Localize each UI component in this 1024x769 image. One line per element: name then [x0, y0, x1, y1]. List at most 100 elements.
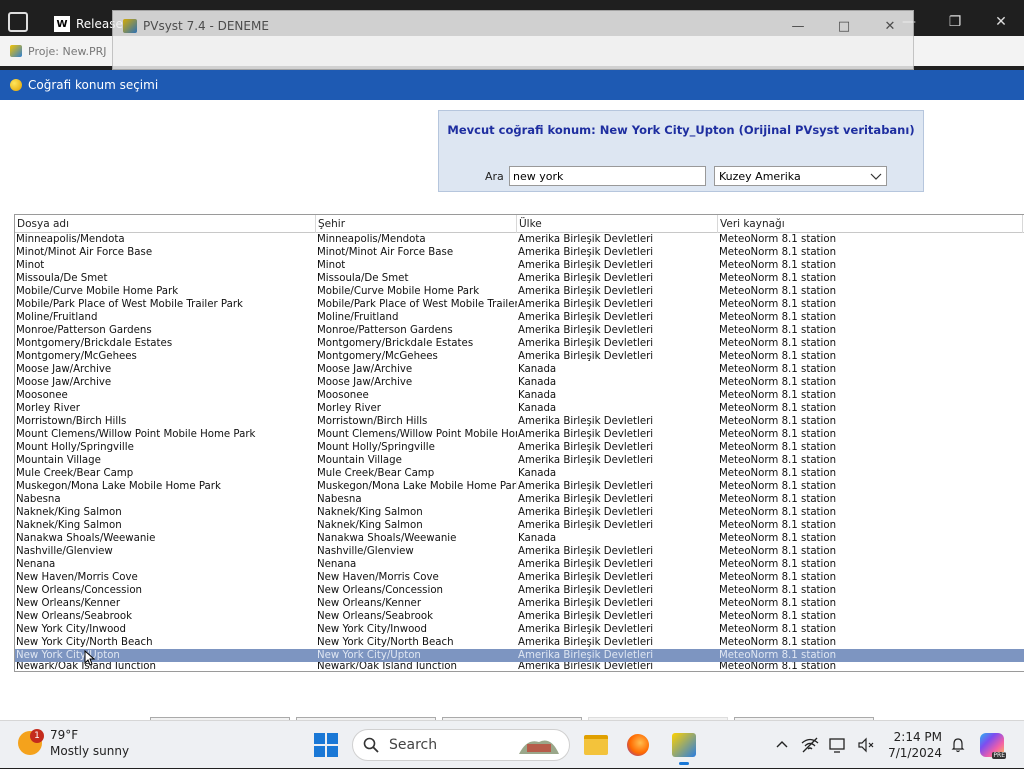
table-row[interactable]: Moose Jaw/Archive Moose Jaw/Archive Kanada… [15, 376, 1024, 389]
region-dropdown[interactable]: Kuzey Amerika [714, 166, 887, 186]
table-row[interactable]: Moose Jaw/Archive Moose Jaw/Archive Kanada… [15, 363, 1024, 376]
cell-filename: Montgomery/McGehees [16, 351, 137, 362]
table-row[interactable]: New Orleans/Kenner New Orleans/Kenner Amer… [15, 597, 1024, 610]
project-icon [10, 45, 22, 57]
column-header-country[interactable]: Ülke [517, 215, 718, 233]
cell-city: Morristown/Birch Hills [317, 416, 428, 427]
column-header-city[interactable]: Şehir [316, 215, 517, 233]
copilot-icon[interactable]: PRE [980, 733, 1006, 759]
cell-city: Monroe/Patterson Gardens [317, 325, 453, 336]
table-row[interactable]: Muskegon/Mona Lake Mobile Home Park Muske… [15, 480, 1024, 493]
table-row[interactable]: Minot/Minot Air Force Base Minot/Minot Ai… [15, 246, 1024, 259]
table-row[interactable]: Naknek/King Salmon Naknek/King Salmon Amer… [15, 519, 1024, 532]
table-row[interactable]: Missoula/De Smet Missoula/De Smet Amerika … [15, 272, 1024, 285]
table-row[interactable]: Montgomery/Brickdale Estates Montgomery/B… [15, 337, 1024, 350]
volume-muted-icon[interactable] [852, 731, 880, 759]
cell-country: Amerika Birleşik Devletleri [518, 572, 654, 583]
search-input[interactable] [509, 166, 706, 186]
table-row[interactable]: Newark/Oak Island Junction Newark/Oak Isl… [15, 662, 1024, 669]
cell-data-source: MeteoNorm 8.1 station [719, 442, 837, 453]
cell-country: Amerika Birleşik Devletleri [518, 546, 654, 557]
pvsyst-taskbar-icon[interactable] [668, 729, 700, 765]
cell-country: Amerika Birleşik Devletleri [518, 338, 654, 349]
app-switcher-icon[interactable] [8, 12, 28, 32]
table-row[interactable]: Nanakwa Shoals/Weewanie Nanakwa Shoals/We… [15, 532, 1024, 545]
cell-data-source: MeteoNorm 8.1 station [719, 455, 837, 466]
copilot-badge: PRE [992, 752, 1006, 759]
table-row[interactable]: Morristown/Birch Hills Morristown/Birch H… [15, 415, 1024, 428]
network-icon[interactable] [796, 731, 824, 759]
pvsyst-maximize-icon[interactable]: □ [821, 11, 867, 41]
cell-country: Amerika Birleşik Devletleri [518, 598, 654, 609]
table-row[interactable]: Minneapolis/Mendota Minneapolis/Mendota Am… [15, 233, 1024, 246]
pvsyst-minimize-icon[interactable]: — [775, 11, 821, 41]
pvsyst-window-title: PVsyst 7.4 - DENEME [143, 19, 269, 33]
table-row[interactable]: Naknek/King Salmon Naknek/King Salmon Amer… [15, 506, 1024, 519]
cell-filename: New York City/Upton [16, 650, 120, 661]
cell-city: Mountain Village [317, 455, 402, 466]
table-row[interactable]: Nabesna Nabesna Amerika Birleşik Devletler… [15, 493, 1024, 506]
table-row[interactable]: New York City/North Beach New York City/N… [15, 636, 1024, 649]
cell-data-source: MeteoNorm 8.1 station [719, 507, 837, 518]
cell-city: New Haven/Morris Cove [317, 572, 439, 583]
notification-bell-icon[interactable] [944, 731, 972, 759]
table-row[interactable]: Morley River Morley River Kanada MeteoNorm … [15, 402, 1024, 415]
cell-filename: Naknek/King Salmon [16, 507, 122, 518]
cell-data-source: MeteoNorm 8.1 station [719, 299, 837, 310]
word-icon: W [54, 16, 70, 32]
firefox-icon[interactable] [622, 729, 654, 761]
cell-city: Minot/Minot Air Force Base [317, 247, 454, 258]
table-row[interactable]: New York City/Inwood New York City/Inwood… [15, 623, 1024, 636]
table-row[interactable]: Moline/Fruitland Moline/Fruitland Amerika … [15, 311, 1024, 324]
cell-country: Kanada [518, 403, 557, 414]
cell-filename: Nanakwa Shoals/Weewanie [16, 533, 156, 544]
cell-country: Amerika Birleşik Devletleri [518, 325, 654, 336]
windows-start-icon[interactable] [314, 733, 338, 757]
table-row[interactable]: Mount Clemens/Willow Point Mobile Home P… [15, 428, 1024, 441]
cell-data-source: MeteoNorm 8.1 station [719, 662, 837, 669]
table-row[interactable]: Mount Holly/Springville Mount Holly/Sprin… [15, 441, 1024, 454]
region-selected-value: Kuzey Amerika [719, 169, 801, 183]
column-header-filename[interactable]: Dosya adı [15, 215, 316, 233]
cell-city: Morley River [317, 403, 381, 414]
table-row[interactable]: Mobile/Curve Mobile Home Park Mobile/Curv… [15, 285, 1024, 298]
table-row[interactable]: New Orleans/Seabrook New Orleans/Seabrook… [15, 610, 1024, 623]
table-row[interactable]: Mule Creek/Bear Camp Mule Creek/Bear Camp… [15, 467, 1024, 480]
mouse-cursor-icon [84, 650, 96, 666]
table-row[interactable]: New Haven/Morris Cove New Haven/Morris Co… [15, 571, 1024, 584]
system-tray [768, 721, 880, 769]
table-row[interactable]: Mobile/Park Place of West Mobile Trailer… [15, 298, 1024, 311]
cell-data-source: MeteoNorm 8.1 station [719, 611, 837, 622]
cell-city: Nanakwa Shoals/Weewanie [317, 533, 457, 544]
chevron-up-icon[interactable] [768, 731, 796, 759]
cell-city: Mount Holly/Springville [317, 442, 435, 453]
cell-filename: Nenana [16, 559, 56, 570]
file-explorer-icon[interactable] [580, 729, 612, 761]
cell-data-source: MeteoNorm 8.1 station [719, 429, 837, 440]
display-icon[interactable] [824, 731, 852, 759]
table-row[interactable]: Mountain Village Mountain Village Amerika … [15, 454, 1024, 467]
pvsyst-main-window: PVsyst 7.4 - DENEME — □ ✕ [112, 10, 914, 70]
cell-country: Amerika Birleşik Devletleri [518, 442, 654, 453]
table-row[interactable]: Minot Minot Amerika Birleşik Devletleri Met… [15, 259, 1024, 272]
cell-city: Mobile/Park Place of West Mobile Trailer… [317, 299, 517, 310]
table-row[interactable]: Monroe/Patterson Gardens Monroe/Patterson… [15, 324, 1024, 337]
taskbar-search[interactable]: Search [352, 729, 570, 761]
table-row[interactable]: New York City/Upton New York City/Upton Am… [15, 649, 1024, 662]
cell-city: Montgomery/Brickdale Estates [317, 338, 474, 349]
table-row[interactable]: Moosonee Moosonee Kanada MeteoNorm 8.1 stat… [15, 389, 1024, 402]
cell-city: Moose Jaw/Archive [317, 364, 413, 375]
weather-widget[interactable]: 1 79°F Mostly sunny [18, 727, 129, 759]
cell-city: Naknek/King Salmon [317, 520, 423, 531]
cell-country: Kanada [518, 377, 557, 388]
table-row[interactable]: Nenana Nenana Amerika Birleşik Devletleri M… [15, 558, 1024, 571]
cell-city: Mule Creek/Bear Camp [317, 468, 435, 479]
pvsyst-close-icon[interactable]: ✕ [867, 11, 913, 41]
pvsyst-icon [123, 19, 137, 33]
system-clock[interactable]: 2:14 PM 7/1/2024 [888, 729, 942, 761]
table-row[interactable]: Nashville/Glenview Nashville/Glenview Amer… [15, 545, 1024, 558]
table-row[interactable]: Montgomery/McGehees Montgomery/McGehees Am… [15, 350, 1024, 363]
column-header-data-source[interactable]: Veri kaynağı [718, 215, 1023, 233]
table-row[interactable]: New Orleans/Concession New Orleans/Conces… [15, 584, 1024, 597]
cell-data-source: MeteoNorm 8.1 station [719, 637, 837, 648]
